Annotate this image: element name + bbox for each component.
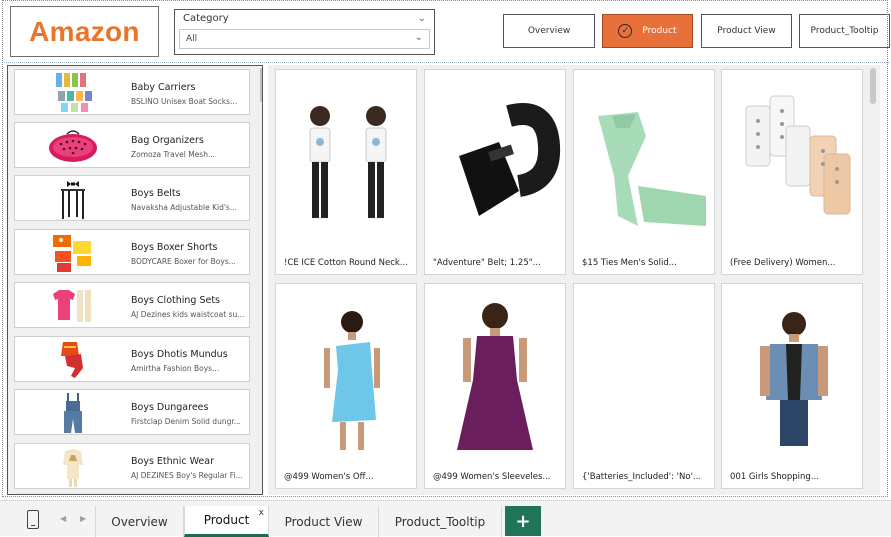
category-description: AJ DEZINES Boy's Regular Fi... [131, 471, 243, 480]
category-name: Boys Clothing Sets [131, 295, 221, 306]
tab-overview[interactable]: Overview [96, 506, 184, 537]
category-description: Navaksha Adjustable Kid's... [131, 203, 237, 212]
category-description: AJ Dezines kids waistcoat su... [131, 310, 245, 319]
tab-product[interactable]: Product x [184, 506, 269, 537]
page-tab-bar: ◀ ▶ Overview Product x Product View Prod… [0, 500, 891, 537]
category-card[interactable]: Boys Ethnic Wear AJ DEZINES Boy's Regula… [14, 443, 250, 489]
category-card[interactable]: Boys Boxer Shorts BODYCARE Boxer for Boy… [14, 229, 250, 275]
category-list-scrollbar[interactable] [260, 68, 262, 494]
nav-button-label: Product View [717, 26, 776, 36]
product-name: $15 Ties Men's Solid... [582, 258, 677, 268]
header-divider [4, 62, 889, 63]
product-name: (Free Delivery) Women... [730, 258, 836, 268]
category-description: BSLINO Unisex Boat Socks... [131, 97, 238, 106]
category-name: Boys Boxer Shorts [131, 242, 218, 253]
nav-button-label: Product [642, 26, 677, 36]
chevron-right-icon[interactable]: ▶ [80, 514, 86, 523]
chevron-down-icon[interactable]: ⌄ [418, 13, 426, 24]
purple-dress-image [457, 303, 533, 450]
check-circle-icon: ✓ [618, 24, 633, 38]
plus-icon: + [515, 510, 531, 532]
category-card[interactable]: Boys Belts Navaksha Adjustable Kid's... [14, 175, 250, 221]
product-card[interactable]: (Free Delivery) Women... [721, 69, 863, 275]
nav-button-product-tooltip[interactable]: Product_Tooltip [799, 14, 890, 48]
dhoti-image [61, 342, 83, 378]
category-description: BODYCARE Boxer for Boys... [131, 257, 236, 266]
clothing-set-image [53, 290, 91, 322]
category-name: Baby Carriers [131, 82, 196, 93]
product-name: {'Batteries_Included': 'No'... [582, 472, 702, 482]
belt-image [459, 103, 561, 216]
suspenders-image [61, 181, 85, 219]
add-page-button[interactable]: + [505, 506, 541, 536]
category-description: Zomoza Travel Mesh... [131, 150, 216, 159]
tab-label: Product View [284, 514, 363, 529]
denim-jacket-image [760, 312, 828, 446]
tab-product-tooltip[interactable]: Product_Tooltip [379, 506, 502, 537]
nav-button-label: Product_Tooltip [810, 26, 879, 36]
close-icon[interactable]: x [259, 508, 264, 518]
category-slicer[interactable]: Category ⌄ All ⌄ [174, 9, 435, 55]
bra-extender-image [745, 95, 851, 215]
category-name: Boys Ethnic Wear [131, 456, 214, 467]
category-card[interactable]: Bag Organizers Zomoza Travel Mesh... [14, 122, 250, 168]
girls-tshirt-image [309, 106, 387, 218]
chevron-left-icon[interactable]: ◀ [60, 514, 66, 523]
category-card[interactable]: Boys Dhotis Mundus Amirtha Fashion Boys.… [14, 336, 250, 382]
product-name: @499 Women's Off... [284, 472, 374, 482]
product-name: !CE ICE Cotton Round Neck... [284, 258, 408, 268]
product-card[interactable]: 001 Girls Shopping... [721, 283, 863, 489]
tie-image [598, 112, 706, 226]
category-name: Boys Belts [131, 188, 181, 199]
category-card[interactable]: Boys Clothing Sets AJ Dezines kids waist… [14, 282, 250, 328]
amazon-logo: Amazon [29, 15, 140, 47]
category-selected-value: All [186, 34, 198, 44]
slicer-title: Category [183, 13, 229, 24]
report-canvas: Amazon Category ⌄ All ⌄ Overview ✓ Produ… [0, 0, 891, 497]
tab-product-view[interactable]: Product View [269, 506, 379, 537]
product-card[interactable]: !CE ICE Cotton Round Neck... [275, 69, 417, 275]
product-card[interactable]: {'Batteries_Included': 'No'... [573, 283, 715, 489]
product-name: @499 Women's Sleeveles... [433, 472, 551, 482]
blue-dress-image [324, 311, 380, 450]
category-card[interactable]: Baby Carriers BSLINO Unisex Boat Socks..… [14, 69, 250, 115]
product-card[interactable]: @499 Women's Off... [275, 283, 417, 489]
nav-button-label: Overview [527, 26, 571, 36]
nav-button-product[interactable]: ✓ Product [602, 14, 693, 48]
nav-button-product-view[interactable]: Product View [701, 14, 792, 48]
product-card[interactable]: "Adventure" Belt; 1.25"... [424, 69, 566, 275]
category-name: Boys Dungarees [131, 402, 209, 413]
mobile-layout-icon[interactable] [27, 510, 39, 529]
chevron-down-icon[interactable]: ⌄ [415, 32, 423, 43]
product-name: 001 Girls Shopping... [730, 472, 819, 482]
product-card[interactable]: $15 Ties Men's Solid... [573, 69, 715, 275]
scrollbar-thumb[interactable] [260, 68, 262, 102]
category-description: Amirtha Fashion Boys... [131, 364, 220, 373]
category-dropdown[interactable]: All ⌄ [179, 29, 430, 49]
ethnic-wear-image [63, 449, 83, 487]
product-grid-scrollbar[interactable] [870, 68, 876, 104]
category-card[interactable]: Boys Dungarees Firstclap Denim Solid dun… [14, 389, 250, 435]
nav-button-overview[interactable]: Overview [503, 14, 595, 48]
category-name: Boys Dhotis Mundus [131, 349, 228, 360]
tab-label: Overview [111, 514, 168, 529]
bag-organizer-image [49, 130, 97, 162]
dungarees-image [64, 393, 82, 433]
category-description: Firstclap Denim Solid dungr... [131, 417, 241, 426]
product-grid[interactable]: !CE ICE Cotton Round Neck... "Adventure"… [268, 65, 880, 495]
product-name: "Adventure" Belt; 1.25"... [433, 258, 541, 268]
category-name: Bag Organizers [131, 135, 204, 146]
tab-label: Product_Tooltip [394, 514, 486, 529]
boxer-shorts-image [53, 235, 91, 272]
tab-label: Product [203, 513, 250, 527]
category-list[interactable]: Baby Carriers BSLINO Unisex Boat Socks..… [7, 65, 263, 495]
product-card[interactable]: @499 Women's Sleeveles... [424, 283, 566, 489]
amazon-logo-box: Amazon [10, 6, 159, 57]
socks-image [56, 73, 92, 112]
